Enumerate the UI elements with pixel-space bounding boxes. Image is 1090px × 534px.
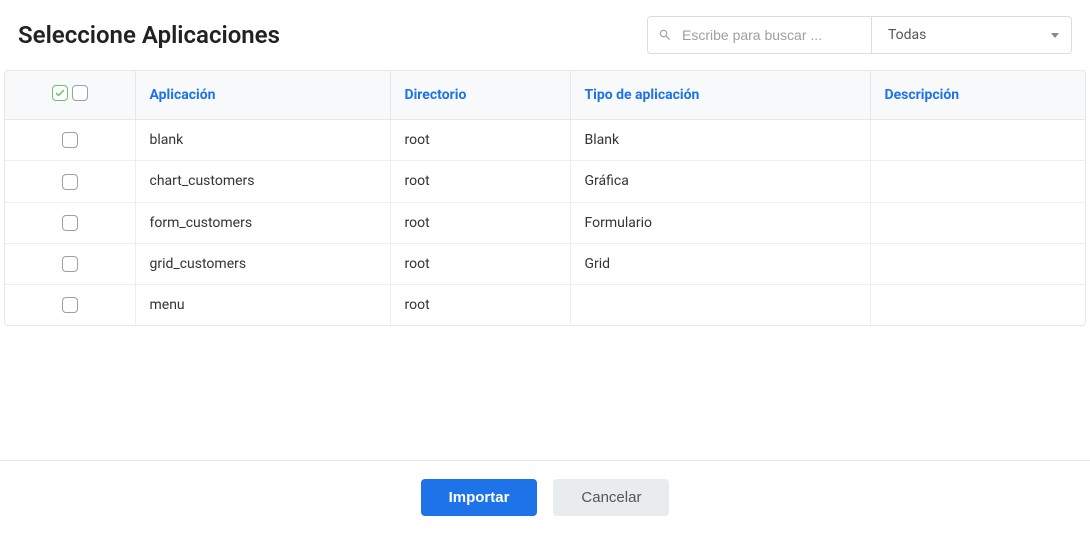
cell-dir: root xyxy=(390,285,570,326)
cell-type: Gráfica xyxy=(570,161,870,202)
table-row: menuroot xyxy=(5,285,1085,326)
row-checkbox[interactable] xyxy=(62,174,78,190)
col-type-header[interactable]: Tipo de aplicación xyxy=(570,71,870,120)
row-checkbox[interactable] xyxy=(62,256,78,272)
cancel-button[interactable]: Cancelar xyxy=(553,479,669,516)
search-field-wrap xyxy=(647,16,872,54)
cell-app: chart_customers xyxy=(135,161,390,202)
table-row: form_customersrootFormulario xyxy=(5,202,1085,243)
table-row: chart_customersrootGráfica xyxy=(5,161,1085,202)
header-controls: Todas xyxy=(647,16,1072,54)
applications-table: Aplicación Directorio Tipo de aplicación… xyxy=(5,71,1085,325)
filter-dropdown[interactable]: Todas xyxy=(872,16,1072,54)
footer-bar: Importar Cancelar xyxy=(0,460,1090,534)
col-desc-header[interactable]: Descripción xyxy=(870,71,1085,120)
filter-selected-label: Todas xyxy=(888,27,926,43)
cell-type: Formulario xyxy=(570,202,870,243)
cell-desc xyxy=(870,161,1085,202)
cell-dir: root xyxy=(390,202,570,243)
caret-down-icon xyxy=(1051,33,1059,38)
row-checkbox[interactable] xyxy=(62,297,78,313)
cell-type xyxy=(570,285,870,326)
check-icon xyxy=(54,87,66,99)
cell-app: blank xyxy=(135,120,390,161)
applications-table-container: Aplicación Directorio Tipo de aplicación… xyxy=(4,70,1086,326)
search-icon xyxy=(658,28,672,42)
row-checkbox[interactable] xyxy=(62,215,78,231)
cell-app: grid_customers xyxy=(135,243,390,284)
cell-type: Blank xyxy=(570,120,870,161)
row-checkbox[interactable] xyxy=(62,132,78,148)
cell-desc xyxy=(870,243,1085,284)
cell-dir: root xyxy=(390,243,570,284)
select-all-checkbox[interactable] xyxy=(52,85,68,101)
cell-dir: root xyxy=(390,161,570,202)
deselect-all-checkbox[interactable] xyxy=(72,85,88,101)
table-row: blankrootBlank xyxy=(5,120,1085,161)
cell-app: menu xyxy=(135,285,390,326)
cell-dir: root xyxy=(390,120,570,161)
cell-app: form_customers xyxy=(135,202,390,243)
cell-type: Grid xyxy=(570,243,870,284)
search-input[interactable] xyxy=(682,27,861,43)
table-row: grid_customersrootGrid xyxy=(5,243,1085,284)
cell-desc xyxy=(870,120,1085,161)
page-title: Seleccione Aplicaciones xyxy=(18,21,280,49)
col-dir-header[interactable]: Directorio xyxy=(390,71,570,120)
import-button[interactable]: Importar xyxy=(421,479,538,516)
col-select-header xyxy=(5,71,135,120)
cell-desc xyxy=(870,202,1085,243)
cell-desc xyxy=(870,285,1085,326)
col-app-header[interactable]: Aplicación xyxy=(135,71,390,120)
